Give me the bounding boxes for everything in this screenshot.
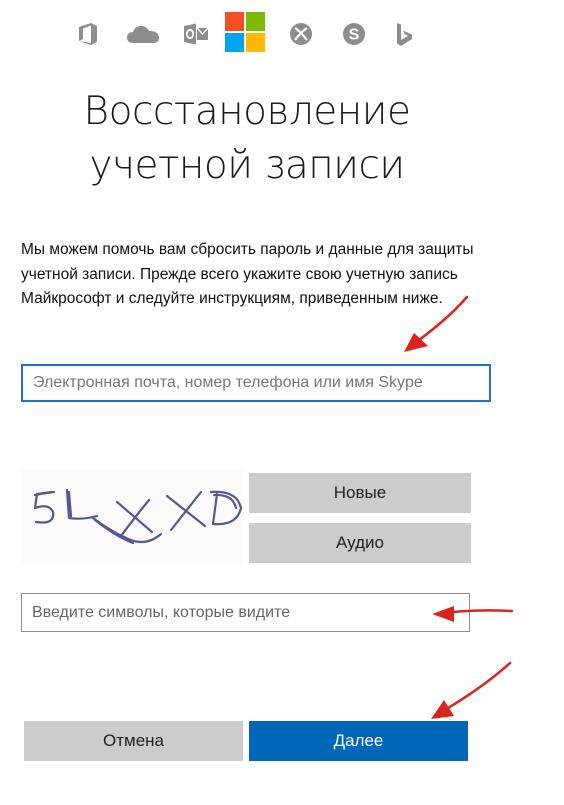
account-input[interactable] <box>21 364 491 402</box>
page-title-line-2: учетной записи <box>89 143 405 188</box>
instructions-text: Мы можем помочь вам сбросить пароль и да… <box>21 241 474 308</box>
captcha-image <box>21 470 243 564</box>
page-title: Восстановление учетной записи <box>0 85 494 193</box>
captcha-drawing <box>33 488 243 545</box>
arrow-to-next-button <box>434 661 512 717</box>
xbox-icon[interactable] <box>289 22 313 46</box>
cancel-button[interactable]: Отмена <box>24 721 243 761</box>
logo-blue-square <box>225 33 244 52</box>
office-icon[interactable] <box>77 22 99 46</box>
skype-icon[interactable]: S <box>342 22 366 46</box>
bing-icon[interactable] <box>394 22 414 48</box>
onedrive-icon[interactable] <box>125 22 161 46</box>
svg-text:S: S <box>349 27 360 44</box>
new-captcha-button[interactable]: Новые <box>249 473 471 513</box>
page-title-line-1: Восстановление <box>83 89 411 134</box>
logo-red-square <box>225 12 244 31</box>
next-button[interactable]: Далее <box>249 721 468 761</box>
arrow-head-instructions <box>404 333 428 352</box>
outlook-icon[interactable] <box>183 22 209 46</box>
logo-yellow-square <box>246 33 265 52</box>
audio-captcha-button[interactable]: Аудио <box>249 523 471 563</box>
arrow-head-next-button <box>431 700 454 719</box>
microsoft-logo <box>225 12 265 52</box>
logo-green-square <box>246 12 265 31</box>
captcha-input[interactable] <box>21 593 470 632</box>
product-bar: S <box>75 10 435 60</box>
